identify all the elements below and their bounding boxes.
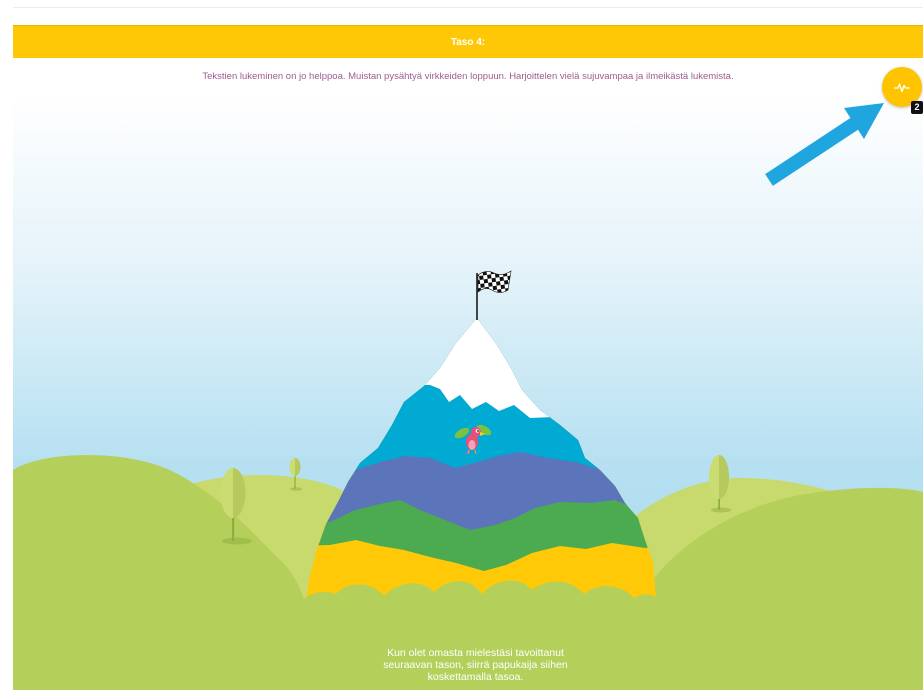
- instruction-text: Kun olet omasta mielestäsi tavoittanut s…: [383, 647, 568, 683]
- parrot-pupil: [477, 430, 479, 432]
- checkered-flag-icon: [477, 270, 512, 293]
- level-description: Tekstien lukeminen on jo helppoa. Muista…: [202, 71, 734, 82]
- top-divider: [13, 7, 923, 8]
- parrot-belly: [468, 440, 476, 450]
- landscape-scene: [13, 58, 923, 690]
- tree-shadow: [222, 537, 252, 545]
- tree-shadow: [290, 487, 302, 491]
- level-screen: Taso 4: Tekstien lukeminen on jo helppoa…: [0, 0, 923, 690]
- header-bar: Taso 4:: [13, 25, 923, 58]
- tree-shadow: [711, 507, 731, 513]
- level-title: Taso 4:: [450, 36, 486, 48]
- parrot-head: [471, 427, 481, 437]
- notification-badge: 2: [911, 101, 923, 114]
- activity-pulse-icon: [894, 83, 910, 93]
